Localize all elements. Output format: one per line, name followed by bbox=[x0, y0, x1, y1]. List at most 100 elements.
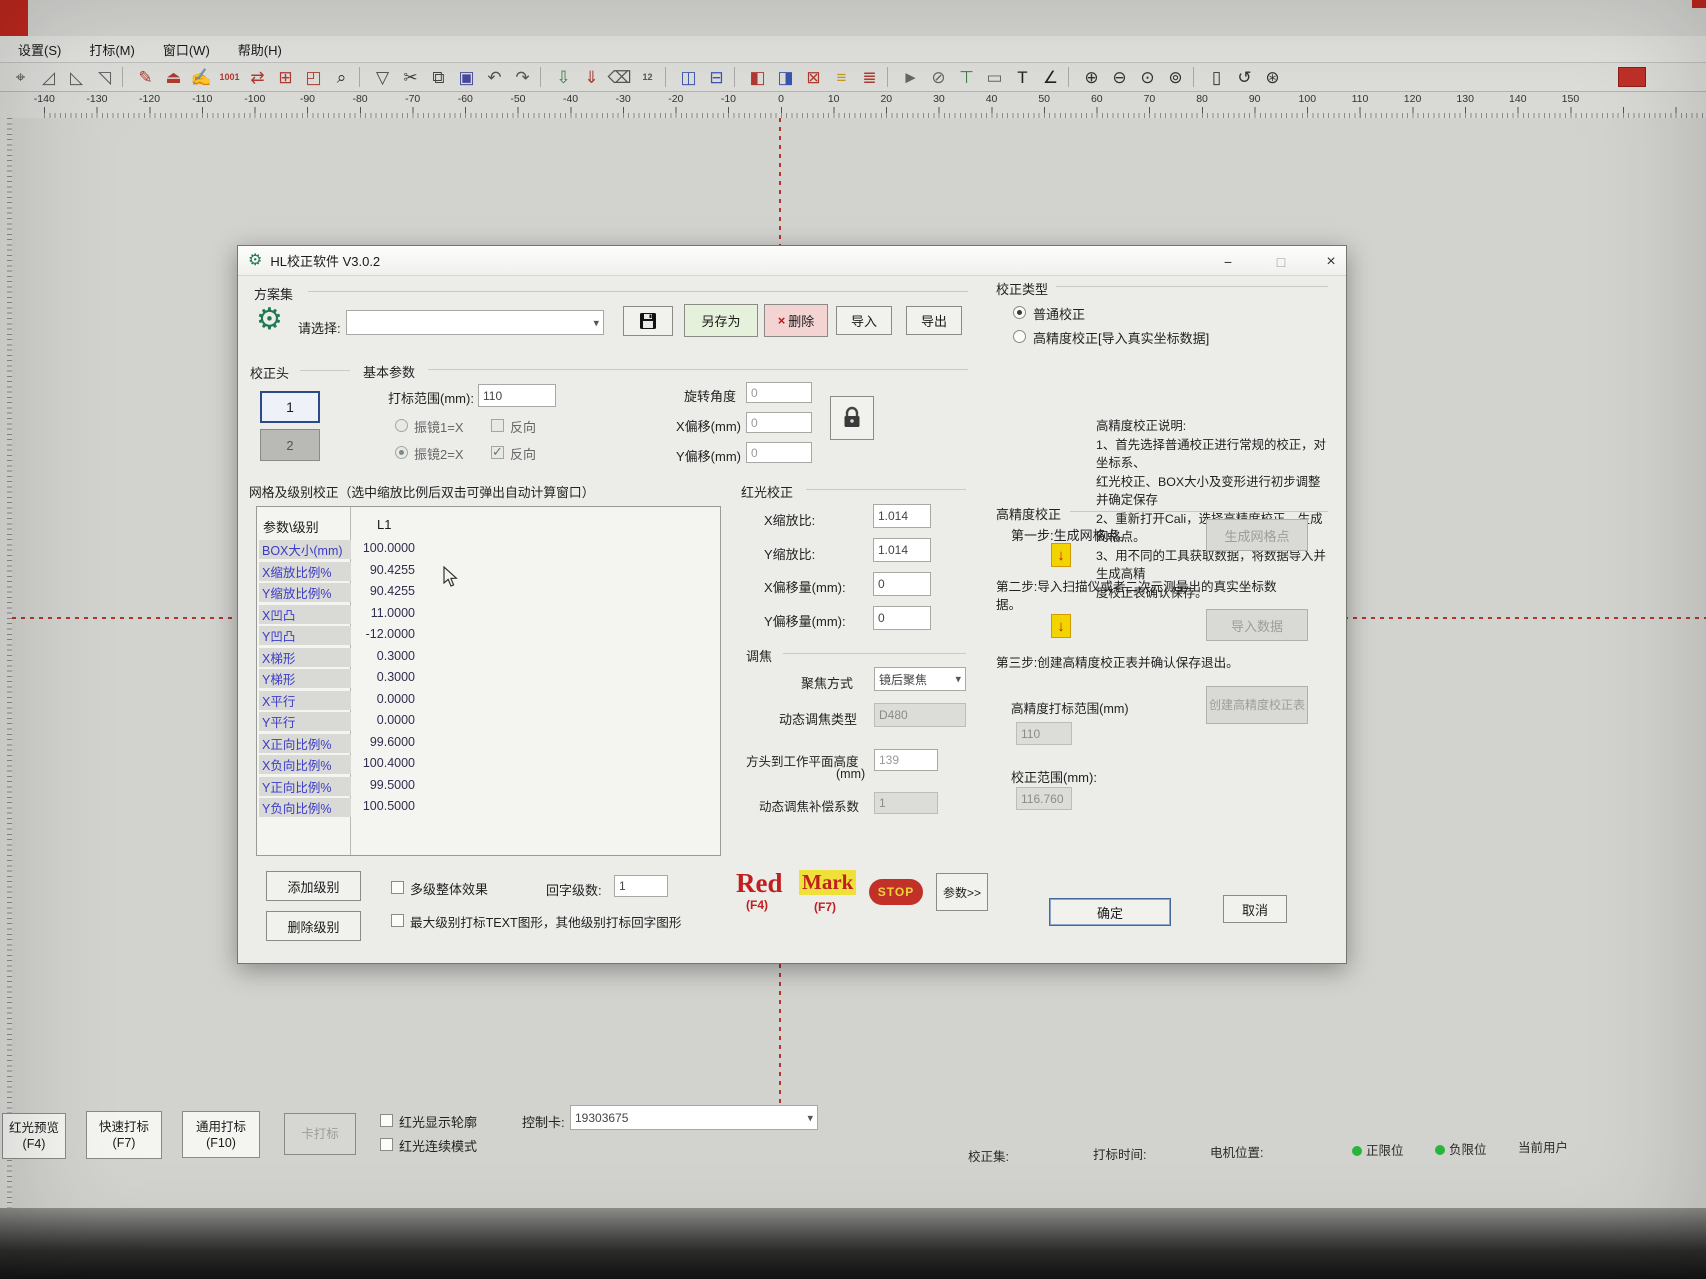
radio-normal-calibration[interactable] bbox=[1013, 306, 1026, 319]
minimize-button[interactable]: − bbox=[1213, 251, 1243, 272]
menu-item[interactable]: 帮助(H) bbox=[238, 40, 282, 59]
cut-icon[interactable]: ✂ bbox=[398, 65, 423, 89]
grid-table-row[interactable]: X正向比例% 99.6000 bbox=[257, 733, 720, 755]
param-value[interactable]: 11.0000 bbox=[353, 606, 415, 620]
checkbox-multi-level[interactable] bbox=[391, 881, 404, 894]
fast-mark-button[interactable]: 快速打标 (F7) bbox=[86, 1111, 162, 1159]
loop-count-input[interactable]: 1 bbox=[614, 875, 668, 897]
param-value[interactable]: 0.0000 bbox=[353, 692, 415, 706]
menu-item[interactable]: 窗口(W) bbox=[163, 40, 210, 59]
toolbar-icon[interactable] bbox=[540, 67, 546, 87]
param-name[interactable]: Y负向比例% bbox=[259, 798, 351, 817]
redlight-xscale-input[interactable]: 1.014 bbox=[873, 504, 931, 528]
radio-high-precision-label[interactable]: 高精度校正[导入真实坐标数据] bbox=[1033, 328, 1209, 347]
grid-table-row[interactable]: Y缩放比例% 90.4255 bbox=[257, 582, 720, 604]
laser-grid-icon[interactable]: ⊞ bbox=[273, 65, 298, 89]
window-icon[interactable]: ◫ bbox=[676, 65, 701, 89]
zoom-out-icon[interactable]: ⊖ bbox=[1107, 65, 1132, 89]
array-icon[interactable]: ⊠ bbox=[801, 65, 826, 89]
grid-table-row[interactable]: X负向比例% 100.4000 bbox=[257, 754, 720, 776]
laser-stamp-icon[interactable]: ⏏ bbox=[161, 65, 186, 89]
radio-galvo2[interactable] bbox=[395, 446, 408, 459]
laser-pen-icon[interactable]: ✎ bbox=[133, 65, 158, 89]
checkbox-redlight-continuous[interactable] bbox=[380, 1138, 393, 1151]
toolbar-icon[interactable] bbox=[887, 67, 893, 87]
hatch2-icon[interactable]: ≣ bbox=[857, 65, 882, 89]
filter-icon[interactable]: ▽ bbox=[370, 65, 395, 89]
checkbox-redlight-outline-label[interactable]: 红光显示轮廓 bbox=[399, 1112, 477, 1131]
laser-write-icon[interactable]: ✍ bbox=[189, 65, 214, 89]
save-as-button[interactable]: 另存为 bbox=[684, 304, 758, 337]
checkbox-reverse1[interactable] bbox=[491, 419, 504, 432]
preview-icon[interactable]: ⌕ bbox=[329, 65, 354, 89]
redo-icon[interactable]: ↷ bbox=[510, 65, 535, 89]
param-name[interactable]: X正向比例% bbox=[259, 734, 351, 753]
digits-icon[interactable]: 12 bbox=[635, 65, 660, 89]
toolbar-icon[interactable] bbox=[122, 67, 128, 87]
radio-high-precision[interactable] bbox=[1013, 330, 1026, 343]
maximize-button[interactable]: □ bbox=[1266, 251, 1296, 272]
move-icon[interactable]: ► bbox=[898, 65, 923, 89]
mark-f7-button[interactable]: Mark bbox=[799, 870, 856, 895]
rotate-view-icon[interactable]: ↺ bbox=[1232, 65, 1257, 89]
fill-icon[interactable]: ◧ bbox=[745, 65, 770, 89]
download-icon[interactable]: ⇩ bbox=[551, 65, 576, 89]
checkbox-max-level[interactable] bbox=[391, 914, 404, 927]
redlight-yscale-input[interactable]: 1.014 bbox=[873, 538, 931, 562]
param-name[interactable]: Y缩放比例% bbox=[259, 583, 351, 602]
add-level-button[interactable]: 添加级别 bbox=[266, 871, 361, 901]
toolbar-icon[interactable] bbox=[665, 67, 671, 87]
angle-icon[interactable]: ∠ bbox=[1038, 65, 1063, 89]
hatch-icon[interactable]: ≡ bbox=[829, 65, 854, 89]
import-button[interactable]: 导入 bbox=[836, 306, 892, 335]
grid-table-row[interactable]: Y梯形 0.3000 bbox=[257, 668, 720, 690]
copy-icon[interactable]: ⧉ bbox=[426, 65, 451, 89]
fill2-icon[interactable]: ◨ bbox=[773, 65, 798, 89]
radio-normal-label[interactable]: 普通校正 bbox=[1033, 304, 1085, 323]
laser-stop-icon[interactable] bbox=[1618, 67, 1646, 87]
checkbox-multi-level-label[interactable]: 多级整体效果 bbox=[410, 879, 488, 898]
grid-table-row[interactable]: Y平行 0.0000 bbox=[257, 711, 720, 733]
param-name[interactable]: BOX大小(mm) bbox=[259, 540, 351, 559]
radio-galvo2-label[interactable]: 振镜2=X bbox=[414, 444, 464, 463]
grid-table-row[interactable]: Y负向比例% 100.5000 bbox=[257, 797, 720, 819]
create-hp-table-button[interactable]: 创建高精度校正表 bbox=[1206, 686, 1308, 724]
redlight-xoff-input[interactable]: 0 bbox=[873, 572, 931, 596]
param-value[interactable]: 90.4255 bbox=[353, 563, 415, 577]
radio-galvo1-label[interactable]: 振镜1=X bbox=[414, 417, 464, 436]
toolbar-icon[interactable] bbox=[1068, 67, 1074, 87]
stop-button[interactable]: STOP bbox=[869, 879, 923, 905]
upload-icon[interactable]: ⇓ bbox=[579, 65, 604, 89]
shape-edit-icon[interactable]: ◹ bbox=[92, 65, 117, 89]
grid-table-row[interactable]: Y凹凸 -12.0000 bbox=[257, 625, 720, 647]
toolbar-icon[interactable] bbox=[734, 67, 740, 87]
zoom-sel-icon[interactable]: ⊛ bbox=[1260, 65, 1285, 89]
focus-dyn-input[interactable]: D480 bbox=[874, 703, 966, 727]
params-button[interactable]: 参数>> bbox=[936, 873, 988, 911]
checkbox-redlight-outline[interactable] bbox=[380, 1114, 393, 1127]
checkbox-redlight-continuous-label[interactable]: 红光连续模式 bbox=[399, 1136, 477, 1155]
page-icon[interactable]: ▯ bbox=[1204, 65, 1229, 89]
hp-range-input[interactable]: 110 bbox=[1016, 722, 1072, 745]
red-f4-button[interactable]: Red bbox=[736, 868, 783, 899]
curve-edit-icon[interactable]: ◺ bbox=[64, 65, 89, 89]
rotate-input[interactable]: 0 bbox=[746, 382, 812, 403]
redlight-preview-button[interactable]: 红光预览 (F4) bbox=[2, 1113, 66, 1159]
window-split-icon[interactable]: ⊟ bbox=[704, 65, 729, 89]
head-2-button[interactable]: 2 bbox=[260, 429, 320, 461]
save-button[interactable] bbox=[623, 306, 673, 336]
laser-return-icon[interactable]: ⇄ bbox=[245, 65, 270, 89]
checkbox-reverse2-label[interactable]: 反向 bbox=[510, 444, 536, 463]
param-value[interactable]: 100.5000 bbox=[353, 799, 415, 813]
param-name[interactable]: X梯形 bbox=[259, 648, 351, 667]
import-data-button[interactable]: 导入数据 bbox=[1206, 609, 1308, 641]
close-button[interactable]: × bbox=[1316, 251, 1346, 272]
laser-shape-icon[interactable]: ◰ bbox=[301, 65, 326, 89]
zoom-fit-icon[interactable]: ⊚ bbox=[1163, 65, 1188, 89]
param-value[interactable]: 100.0000 bbox=[353, 541, 415, 555]
x-offset-input[interactable]: 0 bbox=[746, 412, 812, 433]
head-1-button[interactable]: 1 bbox=[260, 391, 320, 423]
text-icon[interactable]: T bbox=[1010, 65, 1035, 89]
toolbar-icon[interactable] bbox=[359, 67, 365, 87]
grid-table-row[interactable]: Y正向比例% 99.5000 bbox=[257, 776, 720, 798]
